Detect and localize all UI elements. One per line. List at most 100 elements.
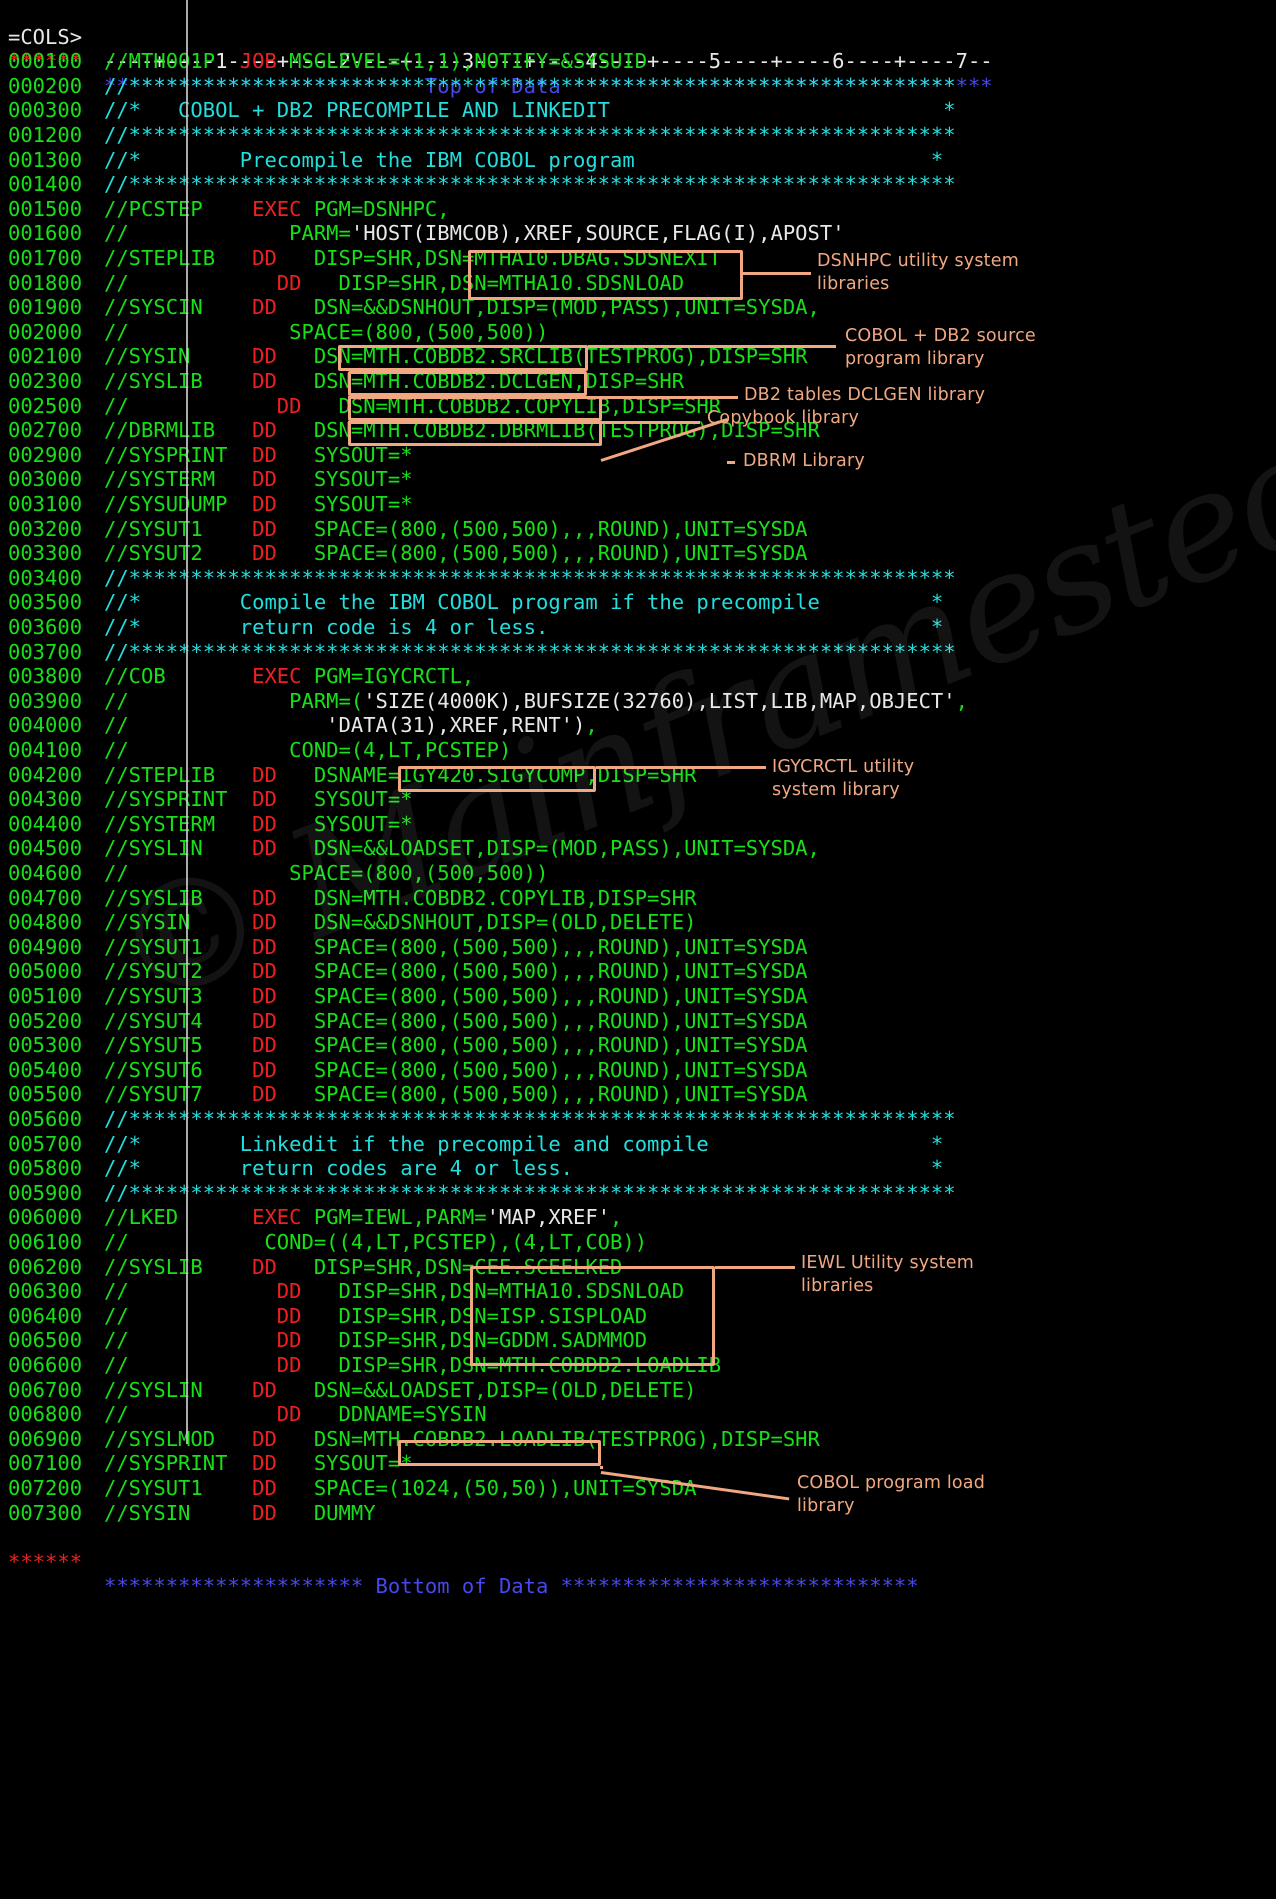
- line-number[interactable]: 001500: [8, 197, 82, 222]
- line-number[interactable]: 007300: [8, 1501, 82, 1526]
- line-number[interactable]: 005100: [8, 984, 82, 1009]
- line-number[interactable]: 002000: [8, 320, 82, 345]
- line-number[interactable]: 000200: [8, 74, 82, 99]
- line-number[interactable]: 004800: [8, 910, 82, 935]
- line-text[interactable]: //SYSLIB DD DSN=MTH.COBDB2.DCLGEN,DISP=S…: [104, 369, 684, 394]
- line-number[interactable]: 003700: [8, 640, 82, 665]
- line-text[interactable]: //* COBOL + DB2 PRECOMPILE AND LINKEDIT …: [104, 98, 956, 123]
- line-number[interactable]: 005700: [8, 1132, 82, 1157]
- line-number[interactable]: 002700: [8, 418, 82, 443]
- line-number[interactable]: 001200: [8, 123, 82, 148]
- line-number[interactable]: 004900: [8, 935, 82, 960]
- line-text[interactable]: //PCSTEP EXEC PGM=DSNHPC,: [104, 197, 450, 222]
- line-text[interactable]: //SYSIN DD DSN=MTH.COBDB2.SRCLIB(TESTPRO…: [104, 344, 808, 369]
- line-number[interactable]: 004300: [8, 787, 82, 812]
- line-text[interactable]: //STEPLIB DD DISP=SHR,DSN=MTHA10.DBAG.SD…: [104, 246, 721, 271]
- line-text[interactable]: // DD DDNAME=SYSIN: [104, 1402, 487, 1427]
- line-number[interactable]: 000100: [8, 49, 82, 74]
- line-number[interactable]: 002500: [8, 394, 82, 419]
- line-number[interactable]: 006000: [8, 1205, 82, 1230]
- line-number[interactable]: 005300: [8, 1033, 82, 1058]
- line-number[interactable]: 007100: [8, 1451, 82, 1476]
- line-number[interactable]: 001300: [8, 148, 82, 173]
- line-segment: //SYSPRINT: [104, 1451, 253, 1476]
- line-text[interactable]: // PARM='HOST(IBMCOB),XREF,SOURCE,FLAG(I…: [104, 221, 845, 246]
- line-text[interactable]: //**************************************…: [104, 74, 956, 99]
- line-text[interactable]: //SYSUT1 DD SPACE=(1024,(50,50)),UNIT=SY…: [104, 1476, 696, 1501]
- line-number[interactable]: 003400: [8, 566, 82, 591]
- line-text[interactable]: //SYSPRINT DD SYSOUT=*: [104, 1451, 413, 1476]
- line-text[interactable]: //* Linkedit if the precompile and compi…: [104, 1132, 943, 1157]
- line-number[interactable]: 005900: [8, 1181, 82, 1206]
- line-text[interactable]: //* Precompile the IBM COBOL program *: [104, 148, 943, 173]
- line-number[interactable]: 005200: [8, 1009, 82, 1034]
- line-segment: DSN=MTH.COBDB2.DBRMLIB(TESTPROG),DISP=SH…: [289, 418, 820, 443]
- line-text[interactable]: //SYSUT1 DD SPACE=(800,(500,500),,,ROUND…: [104, 517, 808, 542]
- line-number[interactable]: 004000: [8, 713, 82, 738]
- line-number[interactable]: 004700: [8, 886, 82, 911]
- line-number[interactable]: 003800: [8, 664, 82, 689]
- line-number[interactable]: 004600: [8, 861, 82, 886]
- line-number[interactable]: 006800: [8, 1402, 82, 1427]
- line-number[interactable]: 005400: [8, 1058, 82, 1083]
- line-number[interactable]: 006900: [8, 1427, 82, 1452]
- line-text[interactable]: //**************************************…: [104, 123, 956, 148]
- line-number[interactable]: 005500: [8, 1082, 82, 1107]
- line-number[interactable]: 004100: [8, 738, 82, 763]
- line-number[interactable]: 001600: [8, 221, 82, 246]
- line-text[interactable]: //LKED EXEC PGM=IEWL,PARM='MAP,XREF',: [104, 1205, 622, 1230]
- line-number[interactable]: 002100: [8, 344, 82, 369]
- line-text[interactable]: //SYSIN DD DUMMY: [104, 1501, 376, 1526]
- line-text[interactable]: //**************************************…: [104, 1107, 956, 1132]
- line-number[interactable]: 003300: [8, 541, 82, 566]
- line-number[interactable]: 003500: [8, 590, 82, 615]
- line-text[interactable]: // SPACE=(800,(500,500)): [104, 320, 548, 345]
- line-text[interactable]: //SYSLIB DD DISP=SHR,DSN=CEE.SCEELKED: [104, 1255, 622, 1280]
- line-text[interactable]: // DD DISP=SHR,DSN=MTHA10.SDSNLOAD: [104, 1279, 684, 1304]
- line-number[interactable]: 001800: [8, 271, 82, 296]
- line-number[interactable]: 005600: [8, 1107, 82, 1132]
- line-text[interactable]: //SYSUDUMP DD SYSOUT=*: [104, 492, 413, 517]
- line-number[interactable]: 004500: [8, 836, 82, 861]
- line-number[interactable]: 006200: [8, 1255, 82, 1280]
- line-number[interactable]: 003600: [8, 615, 82, 640]
- line-text[interactable]: //**************************************…: [104, 1181, 956, 1206]
- line-number[interactable]: 006100: [8, 1230, 82, 1255]
- line-text[interactable]: // DD DISP=SHR,DSN=MTH.COBDB2.LOADLIB: [104, 1353, 721, 1378]
- line-text[interactable]: // DD DSN=MTH.COBDB2.COPYLIB,DISP=SHR: [104, 394, 721, 419]
- line-number[interactable]: 003000: [8, 467, 82, 492]
- line-number[interactable]: 000300: [8, 98, 82, 123]
- line-number[interactable]: 006500: [8, 1328, 82, 1353]
- line-text[interactable]: //SYSUT7 DD SPACE=(800,(500,500),,,ROUND…: [104, 1082, 808, 1107]
- line-number[interactable]: 001400: [8, 172, 82, 197]
- line-text[interactable]: // DD DISP=SHR,DSN=MTHA10.SDSNLOAD: [104, 271, 684, 296]
- line-number[interactable]: 006400: [8, 1304, 82, 1329]
- line-text[interactable]: //* return codes are 4 or less. *: [104, 1156, 943, 1181]
- line-number[interactable]: 001900: [8, 295, 82, 320]
- line-number[interactable]: 006600: [8, 1353, 82, 1378]
- line-number[interactable]: 007200: [8, 1476, 82, 1501]
- line-number[interactable]: 004400: [8, 812, 82, 837]
- line-number[interactable]: 004200: [8, 763, 82, 788]
- line-text[interactable]: //SYSPRINT DD SYSOUT=*: [104, 443, 413, 468]
- line-text[interactable]: //DBRMLIB DD DSN=MTH.COBDB2.DBRMLIB(TEST…: [104, 418, 820, 443]
- line-number[interactable]: 002300: [8, 369, 82, 394]
- line-number[interactable]: 005000: [8, 959, 82, 984]
- line-number[interactable]: 003100: [8, 492, 82, 517]
- line-number[interactable]: 006300: [8, 1279, 82, 1304]
- line-text[interactable]: //SYSLIN DD DSN=&&LOADSET,DISP=(OLD,DELE…: [104, 1378, 696, 1403]
- line-text[interactable]: //SYSCIN DD DSN=&&DSNHOUT,DISP=(MOD,PASS…: [104, 295, 820, 320]
- line-text[interactable]: //SYSUT2 DD SPACE=(800,(500,500),,,ROUND…: [104, 541, 808, 566]
- line-text[interactable]: //SYSTERM DD SYSOUT=*: [104, 467, 413, 492]
- line-text[interactable]: //SYSUT6 DD SPACE=(800,(500,500),,,ROUND…: [104, 1058, 808, 1083]
- line-text[interactable]: //COB EXEC PGM=IGYCRCTL,: [104, 664, 474, 689]
- line-number[interactable]: 005800: [8, 1156, 82, 1181]
- line-text[interactable]: //SYSUT5 DD SPACE=(800,(500,500),,,ROUND…: [104, 1033, 808, 1058]
- line-text[interactable]: //**************************************…: [104, 172, 956, 197]
- line-text[interactable]: //SYSLMOD DD DSN=MTH.COBDB2.LOADLIB(TEST…: [104, 1427, 820, 1452]
- line-number[interactable]: 006700: [8, 1378, 82, 1403]
- line-number[interactable]: 003900: [8, 689, 82, 714]
- line-number[interactable]: 001700: [8, 246, 82, 271]
- line-number[interactable]: 003200: [8, 517, 82, 542]
- line-number[interactable]: 002900: [8, 443, 82, 468]
